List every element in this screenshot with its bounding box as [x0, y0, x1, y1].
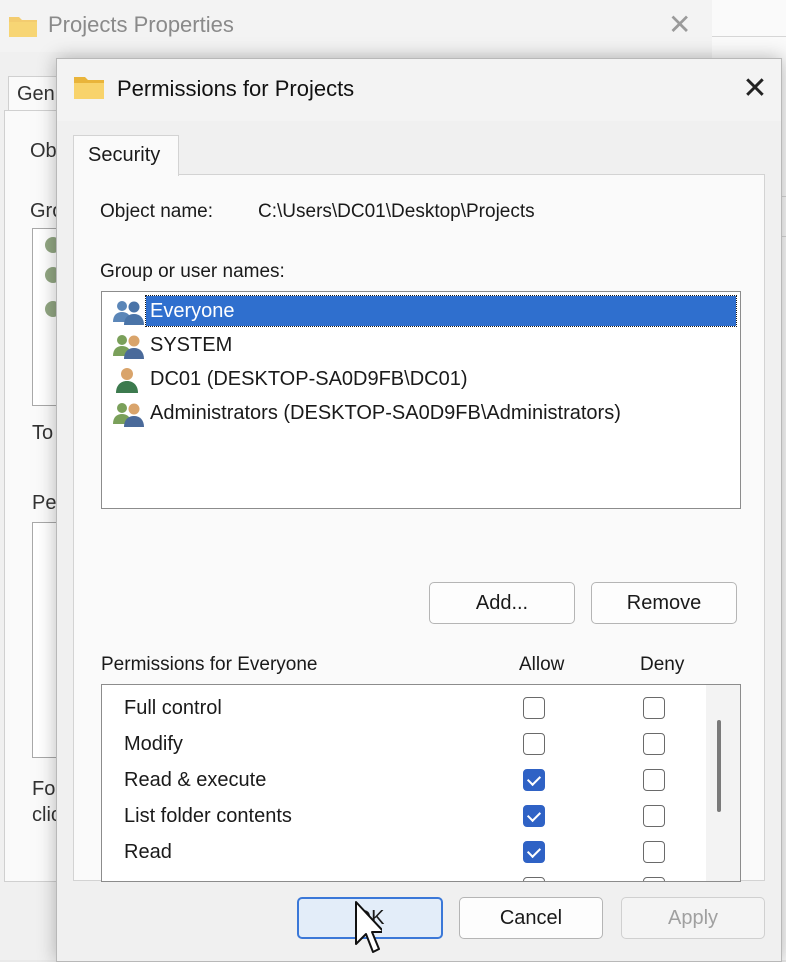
permission-name: Read & execute [124, 769, 267, 791]
system-users-icon [113, 335, 144, 359]
list-item-everyone[interactable]: Everyone [104, 295, 737, 328]
list-item-dc01[interactable]: DC01 (DESKTOP-SA0D9FB\DC01) [104, 364, 736, 396]
scrollbar[interactable] [706, 685, 740, 881]
allow-checkbox-list-folder[interactable] [523, 805, 545, 827]
permission-row [102, 871, 702, 881]
list-item-administrators[interactable]: Administrators (DESKTOP-SA0D9FB\Administ… [104, 398, 736, 430]
permission-row: Read [102, 835, 702, 871]
deny-checkbox-read-execute[interactable] [643, 769, 665, 791]
allow-checkbox-read-execute[interactable] [523, 769, 545, 791]
allow-checkbox-modify[interactable] [523, 733, 545, 755]
tab-security-label: Security [88, 144, 161, 166]
scrollbar-thumb[interactable] [717, 720, 721, 812]
group-users-label: Group or user names: [100, 261, 285, 282]
deny-checkbox-modify[interactable] [643, 733, 665, 755]
close-icon[interactable]: ✕ [737, 71, 773, 107]
permission-name: Modify [124, 733, 183, 755]
user-name: DC01 (DESKTOP-SA0D9FB\DC01) [150, 368, 468, 390]
add-button[interactable]: Add... [429, 582, 575, 624]
mouse-cursor-icon [355, 901, 382, 953]
cancel-button[interactable]: Cancel [459, 897, 603, 939]
properties-titlebar: Projects Properties ✕ [0, 0, 712, 52]
deny-column-header: Deny [640, 654, 685, 675]
allow-checkbox-read[interactable] [523, 841, 545, 863]
security-panel: Object name: C:\Users\DC01\Desktop\Proje… [73, 174, 765, 882]
allow-column-header: Allow [519, 654, 565, 675]
allow-checkbox-full-control[interactable] [523, 697, 545, 719]
object-name-label: Object name: [100, 201, 213, 222]
deny-checkbox-read[interactable] [643, 841, 665, 863]
dialog-titlebar: Permissions for Projects ✕ [57, 59, 781, 121]
group-users-icon [113, 301, 144, 325]
user-name: SYSTEM [150, 334, 233, 356]
admin-users-icon [113, 403, 144, 427]
folder-icon [9, 17, 37, 37]
properties-to-fragment: To [32, 422, 54, 444]
deny-checkbox-list-folder[interactable] [643, 805, 665, 827]
tab-general-label: Gen [17, 83, 55, 105]
user-name: Administrators (DESKTOP-SA0D9FB\Administ… [150, 402, 621, 424]
deny-checkbox-partial[interactable] [643, 877, 665, 881]
deny-checkbox-full-control[interactable] [643, 697, 665, 719]
properties-title: Projects Properties [48, 12, 234, 37]
permission-name: Full control [124, 697, 222, 719]
permission-row: Read & execute [102, 763, 702, 799]
properties-object-fragment: Ob [30, 140, 57, 162]
user-name: Everyone [145, 295, 737, 327]
permission-name: List folder contents [124, 805, 292, 827]
list-item-system[interactable]: SYSTEM [104, 330, 736, 362]
properties-perm-fragment: Pe [32, 492, 57, 514]
user-list[interactable]: Everyone SYSTEM DC01 (DESKTOP-SA0D9FB\DC… [101, 291, 741, 509]
permission-row: Modify [102, 727, 702, 763]
close-icon[interactable]: ✕ [668, 8, 691, 41]
dialog-title: Permissions for Projects [117, 76, 355, 101]
permissions-dialog: Permissions for Projects ✕ Security Obje… [56, 58, 782, 962]
allow-checkbox-partial[interactable] [523, 877, 545, 881]
divider [712, 36, 786, 37]
permissions-label: Permissions for Everyone [101, 654, 318, 675]
tab-security[interactable]: Security [73, 135, 179, 176]
permission-row: List folder contents [102, 799, 702, 835]
single-user-icon [116, 368, 138, 393]
remove-button[interactable]: Remove [591, 582, 737, 624]
object-name-value: C:\Users\DC01\Desktop\Projects [258, 201, 535, 222]
permission-name: Read [124, 841, 172, 863]
permissions-list[interactable]: Full control Modify Read & execute List … [101, 684, 741, 882]
apply-button[interactable]: Apply [621, 897, 765, 939]
permission-row: Full control [102, 691, 702, 727]
folder-icon [74, 77, 104, 99]
